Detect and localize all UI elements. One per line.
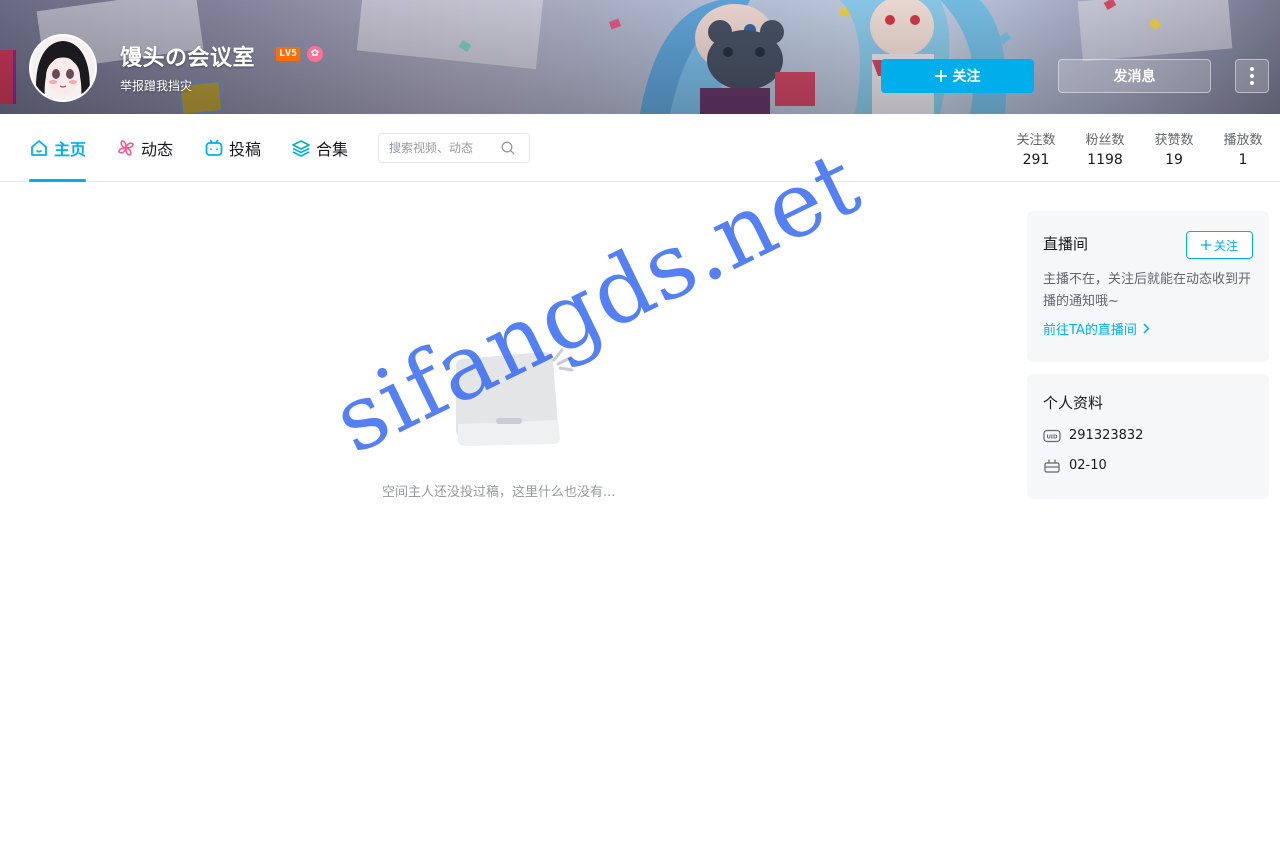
watermark-text: sifangds.net <box>318 130 876 475</box>
go-to-live-room-link[interactable]: 前往TA的直播间 <box>1043 319 1150 338</box>
go-to-live-room-label: 前往TA的直播间 <box>1043 323 1137 338</box>
level-badge: LV5 <box>276 47 301 61</box>
send-message-button[interactable]: 发消息 <box>1058 59 1211 93</box>
stat-following-label: 关注数 <box>1016 133 1056 148</box>
tab-home[interactable]: 主页 <box>29 114 87 182</box>
live-follow-label: 关注 <box>1213 238 1238 253</box>
empty-box-illustration <box>456 348 574 446</box>
uid-value: 291323832 <box>1069 428 1144 443</box>
uid-icon: UID <box>1043 429 1061 442</box>
more-options-button[interactable] <box>1235 59 1269 93</box>
avatar[interactable] <box>29 34 97 102</box>
stat-following[interactable]: 关注数 291 <box>1006 129 1066 168</box>
user-signature: 举报蹭我挡灾 <box>120 79 193 93</box>
tab-collections-label: 合集 <box>316 140 349 159</box>
plus-icon <box>1200 240 1211 250</box>
stat-followers-label: 粉丝数 <box>1085 133 1125 148</box>
layers-icon <box>292 140 310 157</box>
live-follow-button[interactable]: 关注 <box>1186 231 1253 259</box>
follow-button[interactable]: 关注 <box>881 59 1034 93</box>
profile-banner: 馒头の会议室 LV5 ✿ 举报蹭我挡灾 关注 发消息 <box>0 0 1280 114</box>
search-icon[interactable] <box>501 141 515 155</box>
stat-following-value: 291 <box>1022 152 1050 168</box>
tab-home-label: 主页 <box>54 140 87 159</box>
home-icon <box>31 140 47 156</box>
stat-likes-label: 获赞数 <box>1154 133 1194 148</box>
birthday-row: 02-10 <box>1043 457 1107 473</box>
live-room-card: 直播间 关注 主播不在，关注后就能在动态收到开播的通知哦~ 前往TA的直播间 <box>1027 211 1269 362</box>
send-message-label: 发消息 <box>1113 68 1156 84</box>
tab-uploads[interactable]: 投稿 <box>204 114 261 182</box>
chevron-right-icon <box>1143 323 1150 334</box>
tab-dynamic[interactable]: 动态 <box>116 114 173 182</box>
profile-info-card: 个人资料 UID 291323832 02-10 <box>1027 374 1269 499</box>
avatar-image <box>31 36 95 100</box>
live-room-title: 直播间 <box>1043 235 1089 253</box>
tab-collections[interactable]: 合集 <box>291 114 348 182</box>
space-search <box>378 133 530 163</box>
follow-button-label: 关注 <box>952 68 981 84</box>
stat-plays-value: 1 <box>1238 152 1248 168</box>
tab-dynamic-label: 动态 <box>141 140 174 159</box>
tv-icon <box>205 139 223 156</box>
stat-plays: 播放数 1 <box>1213 129 1273 168</box>
birthday-cake-icon <box>1044 459 1060 473</box>
stat-likes-value: 19 <box>1165 152 1183 168</box>
stat-followers[interactable]: 粉丝数 1198 <box>1075 129 1135 168</box>
plus-icon <box>934 70 947 82</box>
stat-plays-label: 播放数 <box>1223 133 1263 148</box>
pinwheel-icon <box>118 140 134 156</box>
stat-followers-value: 1198 <box>1087 152 1123 168</box>
space-nav: 主页 动态 投稿 合集 关注数 291 <box>0 114 1280 182</box>
birthday-value: 02-10 <box>1069 457 1107 473</box>
uid-row: UID 291323832 <box>1043 428 1143 443</box>
profile-info-title: 个人资料 <box>1043 394 1104 412</box>
stat-likes: 获赞数 19 <box>1144 129 1204 168</box>
tab-uploads-label: 投稿 <box>229 140 262 159</box>
username: 馒头の会议室 <box>120 46 256 71</box>
more-vertical-icon <box>1250 67 1254 85</box>
empty-state-text: 空间主人还没投过稿，这里什么也没有... <box>382 485 616 500</box>
live-room-description: 主播不在，关注后就能在动态收到开播的通知哦~ <box>1043 272 1252 309</box>
vip-icon: ✿ <box>307 46 323 62</box>
svg-text:UID: UID <box>1046 434 1058 440</box>
search-input[interactable] <box>389 141 501 155</box>
